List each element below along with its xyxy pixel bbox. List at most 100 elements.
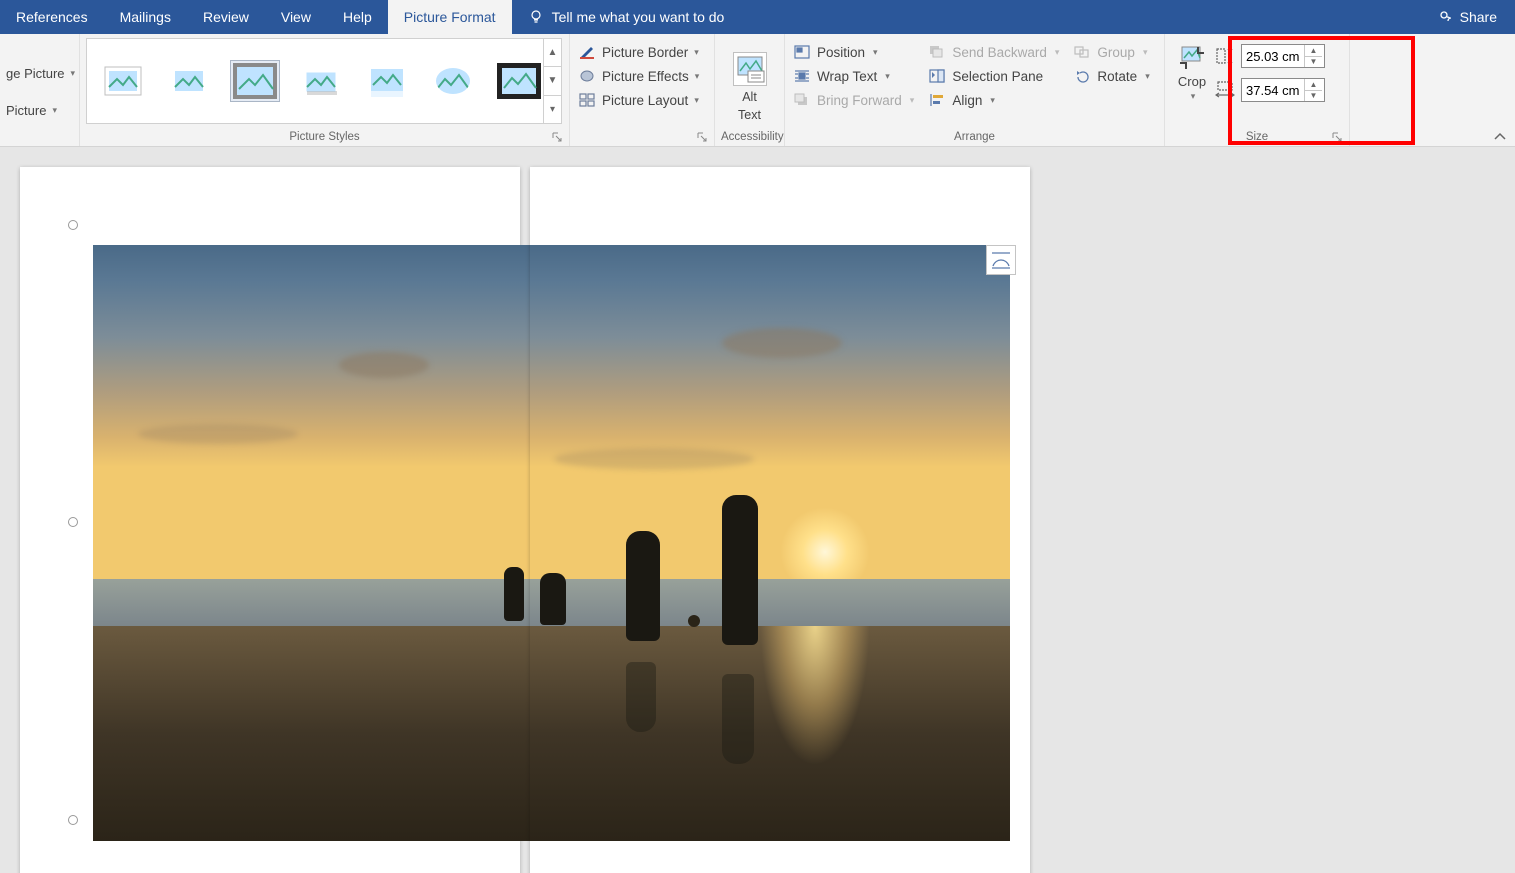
lightbulb-icon (528, 9, 544, 25)
share-icon (1438, 9, 1454, 25)
picture-border-label: Picture Border (602, 45, 688, 60)
selection-pane-label: Selection Pane (952, 69, 1043, 84)
style-thumb-4[interactable] (297, 61, 345, 101)
picture-styles-gallery[interactable]: ▲ ▼ ▾ (86, 38, 562, 124)
style-thumb-1[interactable] (99, 61, 147, 101)
tell-me-label: Tell me what you want to do (552, 9, 725, 25)
selection-handle[interactable] (68, 220, 78, 230)
height-spinner[interactable]: ▲ ▼ (1241, 44, 1325, 68)
rotate-icon (1073, 68, 1091, 84)
wrap-text-button[interactable]: Wrap Text ▾ (791, 66, 916, 86)
inserted-picture-left[interactable] (93, 245, 540, 841)
chevron-down-icon: ▾ (885, 71, 890, 82)
picture-border-button[interactable]: Picture Border ▾ (576, 42, 701, 62)
align-button[interactable]: Align ▾ (926, 90, 1061, 110)
style-thumb-5[interactable] (363, 61, 411, 101)
size-launcher[interactable] (1331, 131, 1343, 143)
document-canvas[interactable] (0, 147, 1515, 873)
group-picture-styles: ▲ ▼ ▾ Picture Styles (80, 34, 570, 146)
align-icon (928, 92, 946, 108)
tab-view[interactable]: View (265, 0, 327, 34)
height-up-button[interactable]: ▲ (1305, 45, 1322, 56)
group-accessibility: Alt Text Accessibility (715, 34, 785, 146)
tab-picture-format[interactable]: Picture Format (388, 0, 512, 34)
selection-handle[interactable] (68, 517, 78, 527)
picture-effects-button[interactable]: Picture Effects ▾ (576, 66, 701, 86)
tab-review[interactable]: Review (187, 0, 265, 34)
width-down-button[interactable]: ▼ (1305, 90, 1322, 102)
height-row: ▲ ▼ (1215, 44, 1325, 68)
chevron-down-icon: ▾ (1191, 91, 1196, 102)
inserted-picture-right[interactable] (530, 245, 1010, 841)
tab-mailings[interactable]: Mailings (104, 0, 187, 34)
gallery-up-button[interactable]: ▲ (544, 39, 561, 66)
width-up-button[interactable]: ▲ (1305, 79, 1322, 90)
tab-references[interactable]: References (0, 0, 104, 34)
selection-handle[interactable] (68, 815, 78, 825)
style-thumb-3[interactable] (231, 61, 279, 101)
alt-text-line2: Text (738, 108, 761, 122)
style-thumb-7[interactable] (495, 61, 543, 101)
group-arrange: Position ▾ Wrap Text ▾ Bring Forward ▾ (785, 34, 1165, 146)
tell-me-search[interactable]: Tell me what you want to do (512, 0, 741, 34)
group-label-blank (6, 129, 73, 146)
pen-icon (578, 44, 596, 60)
rotate-label: Rotate (1097, 69, 1137, 84)
position-label: Position (817, 45, 865, 60)
layout-options-button[interactable] (986, 245, 1016, 275)
style-thumb-6[interactable] (429, 61, 477, 101)
change-picture-label: ge Picture (6, 66, 65, 81)
width-input[interactable] (1242, 79, 1304, 101)
crop-button[interactable]: Crop ▾ (1177, 44, 1207, 102)
rotate-button[interactable]: Rotate ▾ (1071, 66, 1151, 86)
page-1 (20, 167, 520, 873)
gallery-scroll: ▲ ▼ ▾ (543, 39, 561, 123)
chevron-down-icon: ▾ (694, 95, 699, 106)
layout-icon (578, 92, 596, 108)
crop-label: Crop (1178, 74, 1206, 89)
picture-styles-launcher[interactable] (551, 131, 563, 143)
group-label-accessibility: Accessibility (721, 129, 778, 146)
group-picture-options: Picture Border ▾ Picture Effects ▾ Pictu… (570, 34, 715, 146)
group-label-size: Size (1171, 129, 1343, 146)
picture-effects-label: Picture Effects (602, 69, 689, 84)
selection-pane-icon (928, 68, 946, 84)
collapse-ribbon-button[interactable] (1493, 132, 1507, 142)
picture-layout-button[interactable]: Picture Layout ▾ (576, 90, 701, 110)
selection-pane-button[interactable]: Selection Pane (926, 66, 1061, 86)
width-spinner[interactable]: ▲ ▼ (1241, 78, 1325, 102)
height-input[interactable] (1242, 45, 1304, 67)
tab-help[interactable]: Help (327, 0, 388, 34)
chevron-down-icon: ▾ (910, 95, 915, 106)
style-thumb-2[interactable] (165, 61, 213, 101)
group-button[interactable]: Group ▾ (1071, 42, 1151, 62)
reset-picture-button[interactable]: Picture ▾ (6, 103, 75, 118)
format-picture-launcher[interactable] (696, 131, 708, 143)
gallery-down-button[interactable]: ▼ (544, 66, 561, 94)
wrap-text-icon (793, 68, 811, 84)
change-picture-button[interactable]: ge Picture ▾ (6, 66, 75, 81)
group-icon (1073, 44, 1091, 60)
reset-picture-label: Picture (6, 103, 46, 118)
height-down-button[interactable]: ▼ (1305, 56, 1322, 68)
position-button[interactable]: Position ▾ (791, 42, 916, 62)
width-row: ▲ ▼ (1215, 78, 1325, 102)
send-backward-button[interactable]: Send Backward ▾ (926, 42, 1061, 62)
chevron-down-icon: ▾ (1143, 47, 1148, 58)
chevron-down-icon: ▾ (71, 68, 76, 79)
group-label-arrange: Arrange (791, 129, 1158, 146)
bring-forward-icon (793, 92, 811, 108)
send-backward-label: Send Backward (952, 45, 1047, 60)
chevron-down-icon: ▾ (52, 105, 57, 116)
chevron-down-icon: ▾ (695, 71, 700, 82)
alt-text-icon (733, 52, 767, 86)
chevron-down-icon: ▾ (873, 47, 878, 58)
share-button[interactable]: Share (1420, 0, 1515, 34)
ribbon: ge Picture ▾ Picture ▾ (0, 34, 1515, 147)
group-label: Group (1097, 45, 1135, 60)
chevron-down-icon: ▾ (990, 95, 995, 106)
gallery-more-button[interactable]: ▾ (544, 95, 561, 123)
alt-text-button[interactable]: Alt Text (733, 52, 767, 122)
send-backward-icon (928, 44, 946, 60)
bring-forward-button[interactable]: Bring Forward ▾ (791, 90, 916, 110)
